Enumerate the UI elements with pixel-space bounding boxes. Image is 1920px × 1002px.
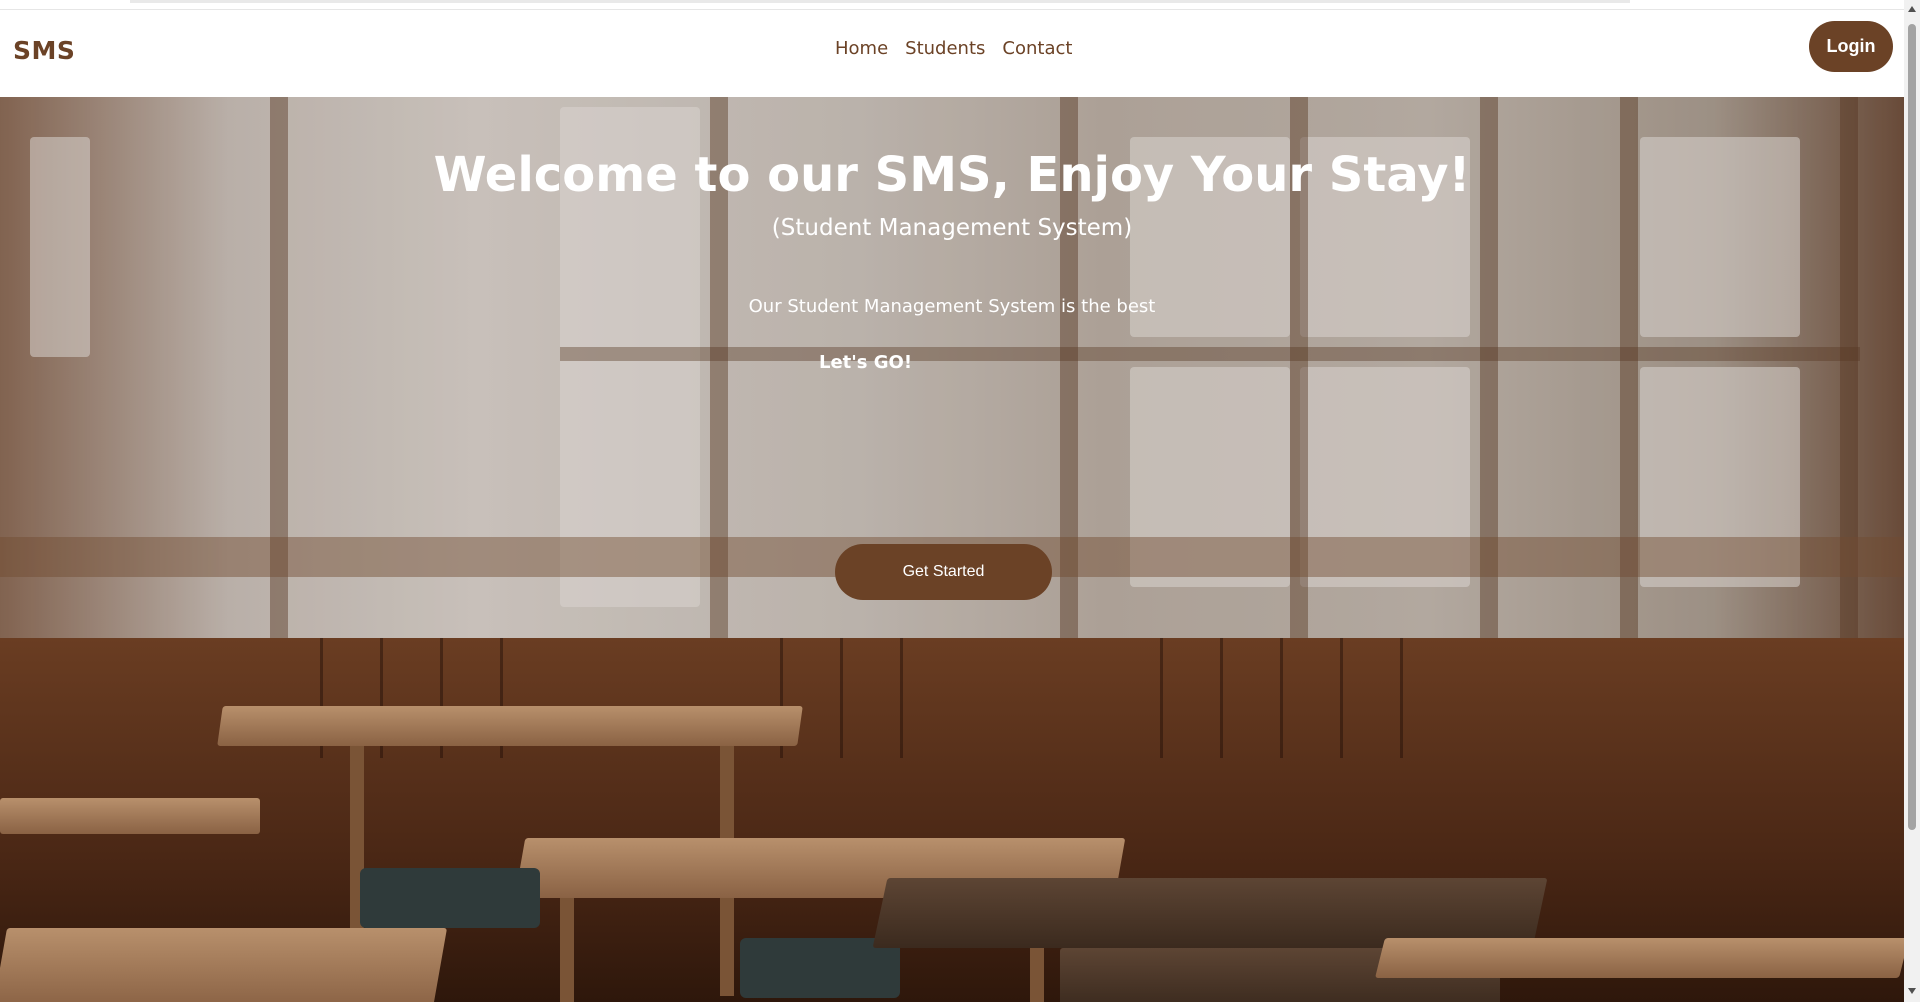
hero-tagline: Let's GO! (819, 352, 913, 373)
wall-panel (840, 638, 843, 758)
login-button[interactable]: Login (1809, 21, 1893, 72)
browser-top-strip (0, 0, 1904, 10)
nav-link-home[interactable]: Home (835, 38, 888, 59)
top-track (130, 0, 1630, 3)
scroll-thumb[interactable] (1908, 24, 1916, 830)
hero-description: Our Student Management System is the bes… (748, 296, 1156, 317)
wall-panel (1340, 638, 1343, 758)
desk (1375, 938, 1904, 978)
hero-subtitle: (Student Management System) (771, 215, 1133, 241)
hero-section: Welcome to our SMS, Enjoy Your Stay! (St… (0, 97, 1904, 1002)
desk-leg (560, 898, 574, 1002)
nav-link-students[interactable]: Students (905, 38, 985, 59)
desk (217, 706, 803, 746)
scroll-down-arrow-icon[interactable] (1908, 988, 1916, 994)
wall-panel (1400, 638, 1403, 758)
get-started-button[interactable]: Get Started (835, 544, 1052, 600)
wall-panel (900, 638, 903, 758)
chair-seat (360, 868, 540, 928)
hero-title: Welcome to our SMS, Enjoy Your Stay! (433, 147, 1471, 203)
wall-panel (1280, 638, 1283, 758)
navbar: SMS Home Students Contact Login (0, 10, 1904, 97)
desk (0, 798, 260, 834)
brand-logo[interactable]: SMS (13, 36, 75, 65)
page-scrollbar[interactable] (1904, 0, 1920, 1002)
classroom-scene (0, 638, 1904, 1002)
nav-links: Home Students Contact (835, 38, 1072, 59)
wall-panel (1220, 638, 1223, 758)
desk (0, 928, 448, 1002)
nav-link-contact[interactable]: Contact (1002, 38, 1072, 59)
scroll-up-arrow-icon[interactable] (1908, 6, 1916, 12)
wall-panel (1160, 638, 1163, 758)
